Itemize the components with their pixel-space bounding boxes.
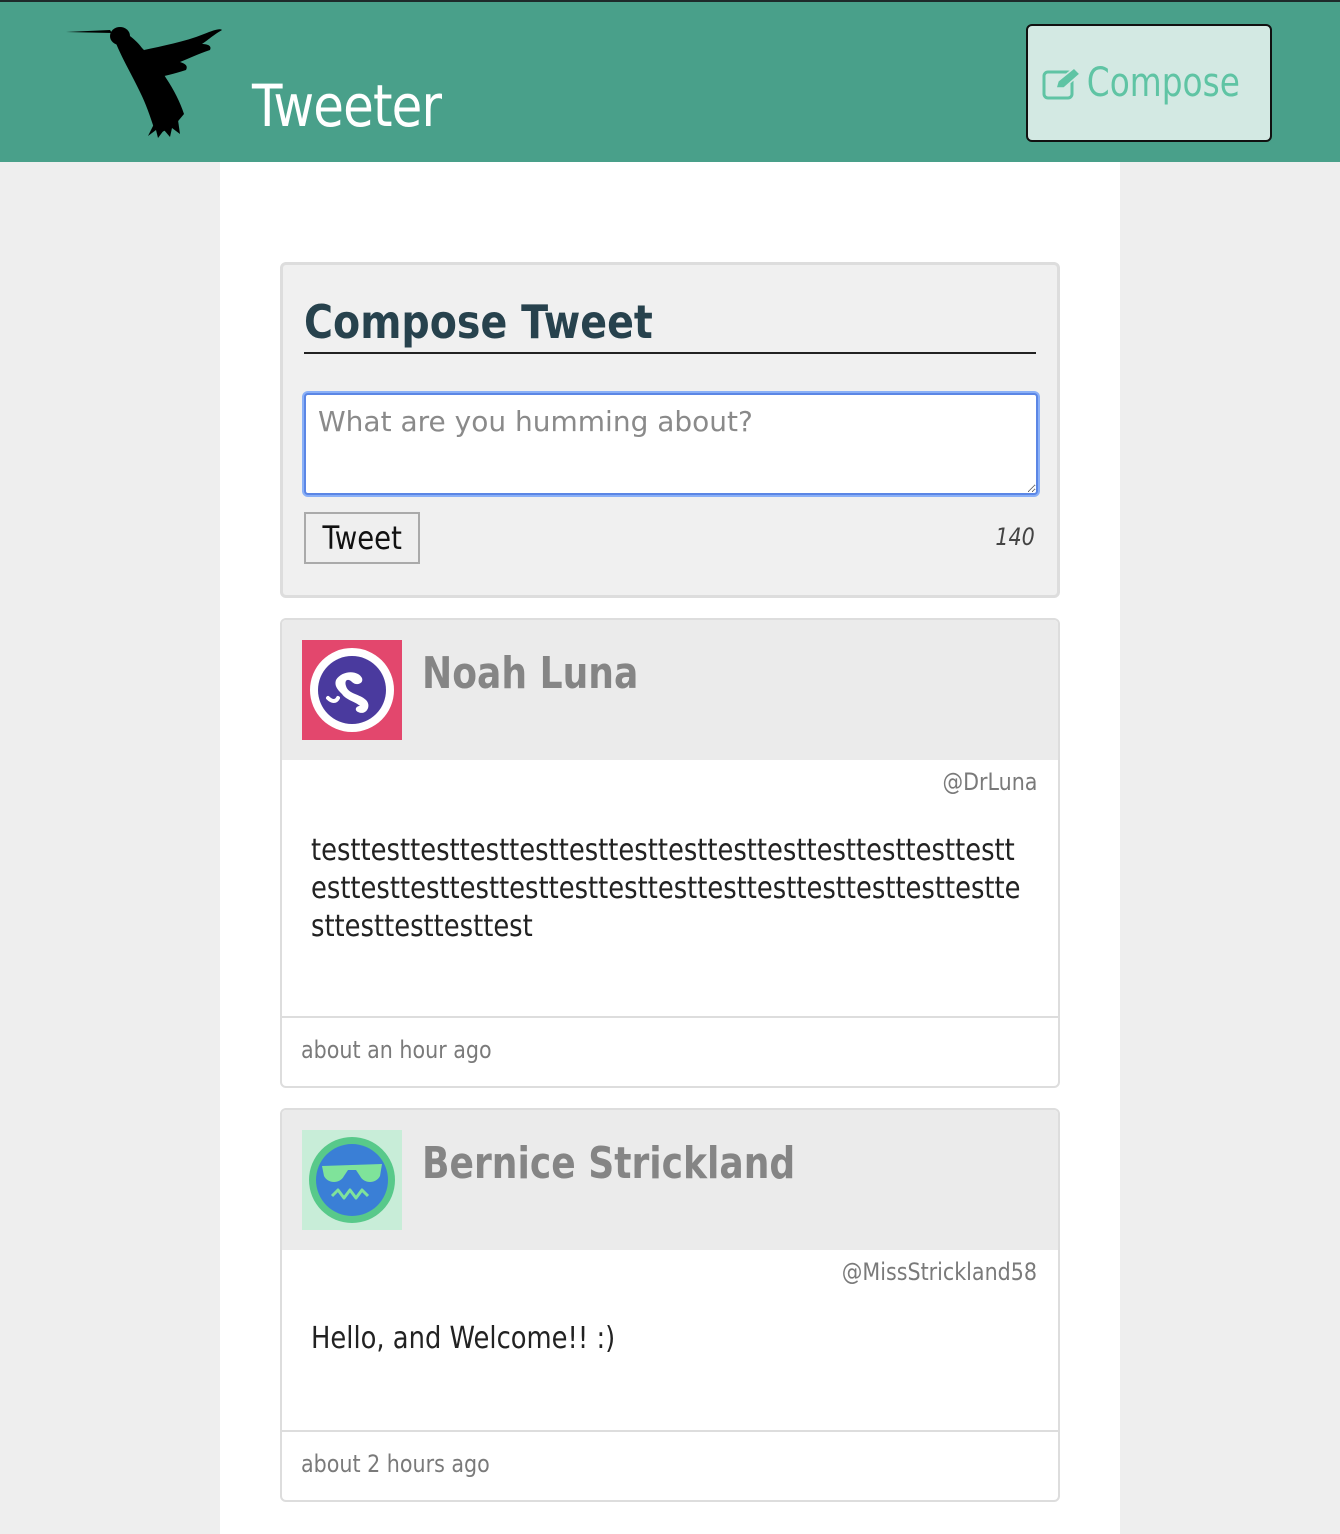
tweet-header: Bernice Strickland xyxy=(282,1110,1058,1250)
compose-title: Compose Tweet xyxy=(304,295,653,349)
tweet-author-handle[interactable]: @MissStrickland58 xyxy=(842,1258,1037,1286)
tweet-card: Bernice Strickland @MissStrickland58 Hel… xyxy=(280,1108,1060,1502)
tweet-author-name: Noah Luna xyxy=(422,648,639,699)
tweet-footer: about 2 hours ago xyxy=(282,1430,1058,1500)
compose-divider xyxy=(304,352,1036,354)
compose-button-label: Compose xyxy=(1086,60,1240,106)
navbar: Tweeter Compose xyxy=(0,2,1340,162)
compose-panel: Compose Tweet Tweet 140 xyxy=(280,262,1060,598)
hummingbird-icon xyxy=(66,27,222,138)
tweet-textarea[interactable] xyxy=(304,393,1038,495)
sunglasses-avatar-icon xyxy=(302,1130,402,1230)
edit-icon xyxy=(1042,66,1081,100)
tweet-submit-label: Tweet xyxy=(322,519,402,557)
tweet-author-handle[interactable]: @DrLuna xyxy=(942,768,1037,796)
tweet-card: Noah Luna @DrLuna testtesttesttesttestte… xyxy=(280,618,1060,1088)
tweet-submit-button[interactable]: Tweet xyxy=(304,512,420,564)
tweet-header: Noah Luna xyxy=(282,620,1058,760)
char-counter: 140 xyxy=(995,523,1035,551)
tweet-body: testtesttesttesttesttesttesttesttesttest… xyxy=(311,833,1021,944)
tweet-timestamp: about 2 hours ago xyxy=(301,1450,490,1478)
tweet-timestamp: about an hour ago xyxy=(301,1036,492,1064)
tweet-body: Hello, and Welcome!! :) xyxy=(311,1321,616,1356)
tweet-footer: about an hour ago xyxy=(282,1016,1058,1086)
main-container: Compose Tweet Tweet 140 Noah Luna @DrLun… xyxy=(220,162,1120,1534)
mustache-avatar-icon xyxy=(302,640,402,740)
compose-toggle-button[interactable]: Compose xyxy=(1026,24,1272,142)
app-title: Tweeter xyxy=(252,72,442,140)
tweet-author-name: Bernice Strickland xyxy=(422,1138,796,1189)
